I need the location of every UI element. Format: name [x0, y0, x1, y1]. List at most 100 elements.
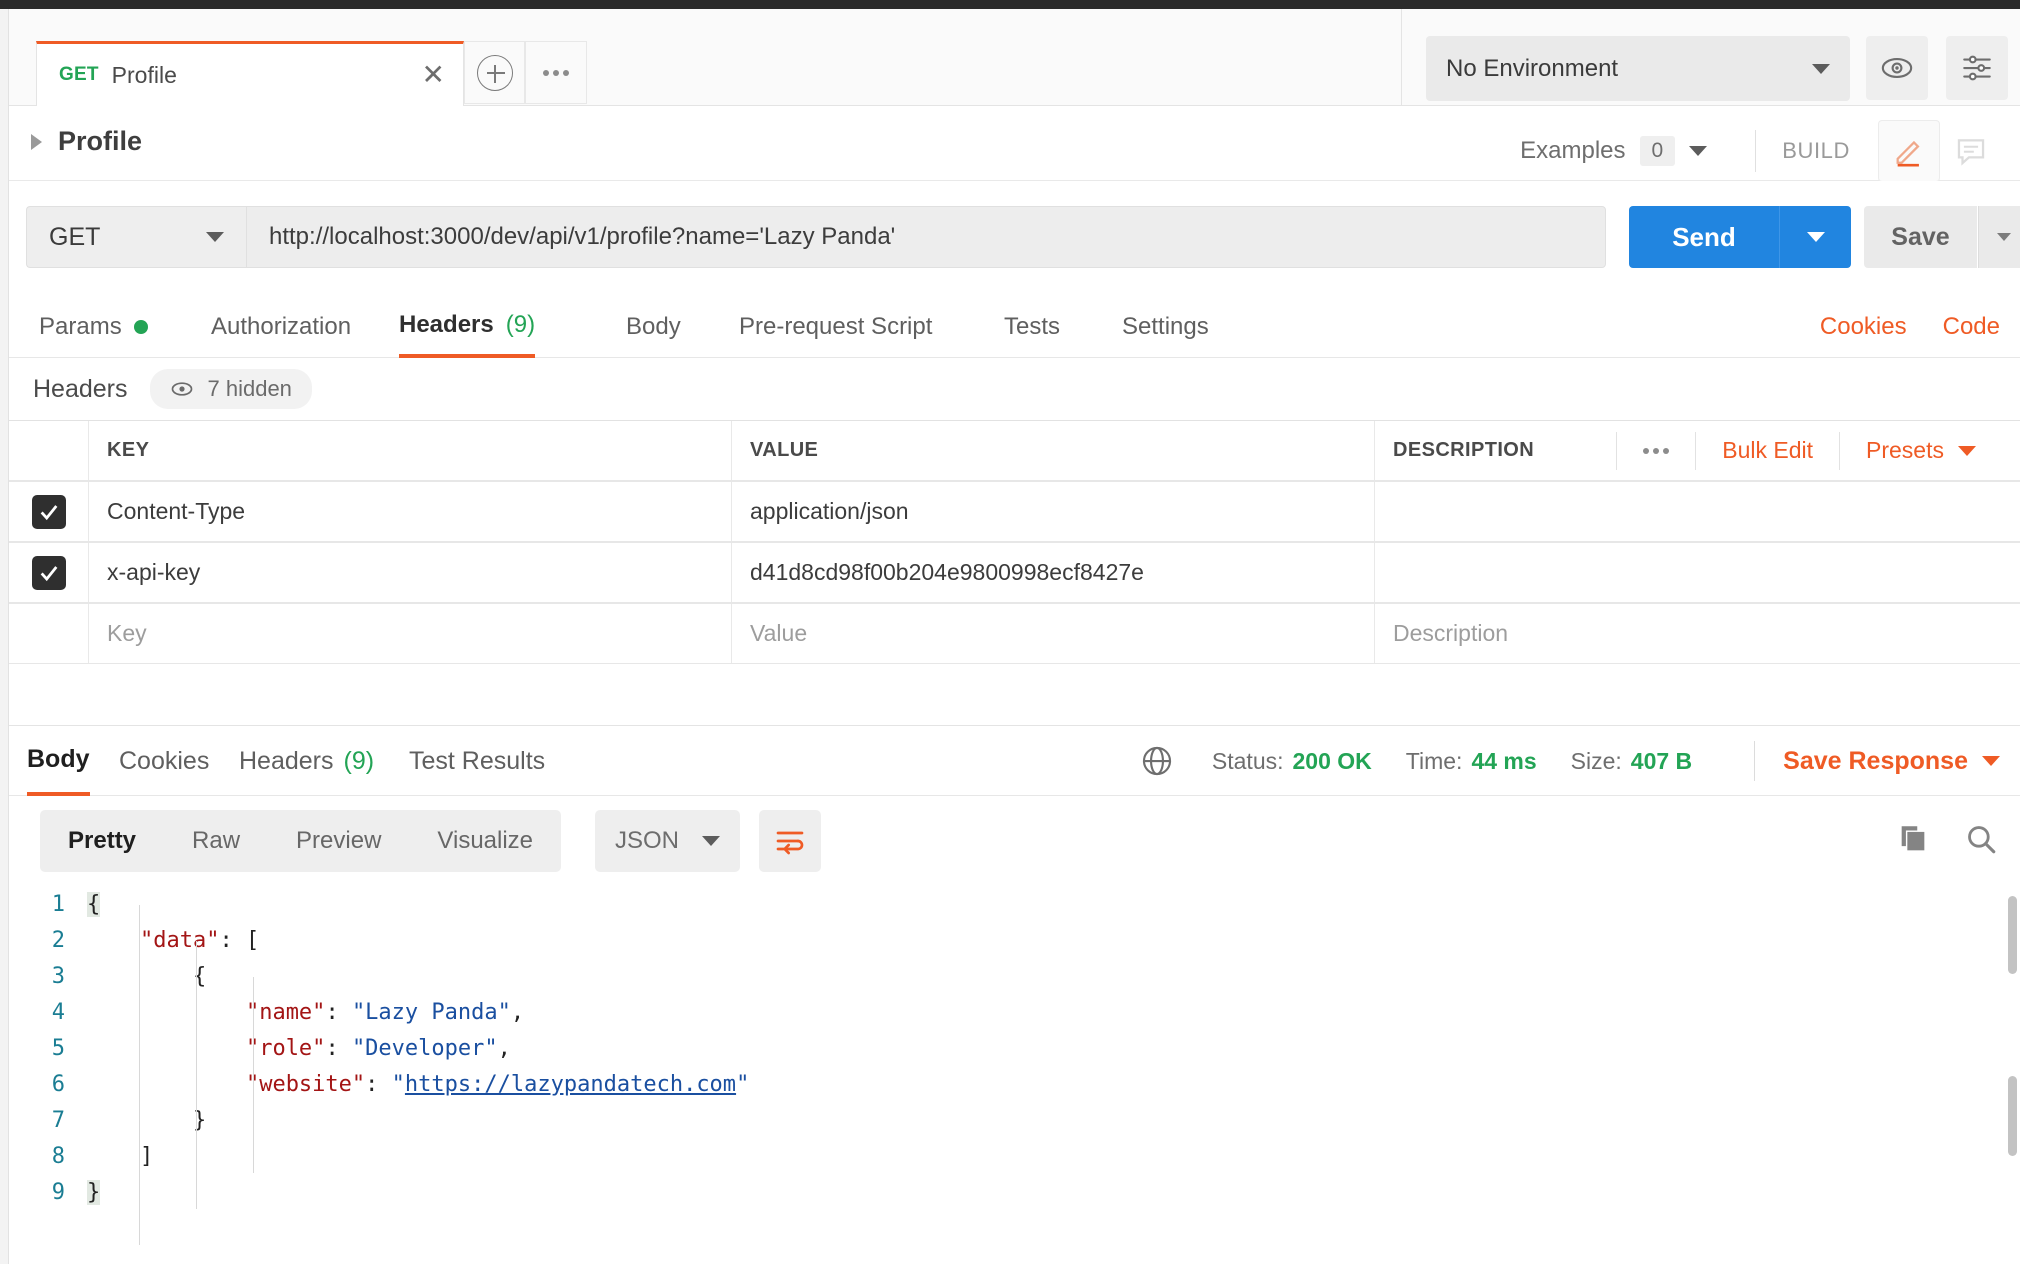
row-value[interactable]: d41d8cd98f00b204e9800998ecf8427e [732, 543, 1375, 602]
row-key[interactable]: x-api-key [89, 543, 732, 602]
body-view-preview[interactable]: Preview [268, 810, 409, 872]
response-body-code[interactable]: 1{2 "data": [3 {4 "name": "Lazy Panda", 5… [9, 886, 2020, 1264]
json-token: { [87, 891, 101, 917]
send-button[interactable]: Send [1629, 206, 1779, 268]
code-line: 1{ [9, 886, 2020, 922]
tab-headers[interactable]: Headers (9) [399, 296, 536, 358]
network-globe-button[interactable] [1140, 744, 1174, 778]
headers-table: KEY VALUE DESCRIPTION Bulk Edit Presets [9, 420, 2020, 664]
row-checkbox[interactable] [31, 494, 66, 529]
code-text: { [87, 891, 101, 917]
copy-button[interactable] [1896, 822, 1930, 861]
code-line: 8 ] [9, 1138, 2020, 1174]
row-key[interactable]: Content-Type [89, 482, 732, 541]
save-response-button[interactable]: Save Response [1783, 747, 2000, 776]
json-url-link[interactable]: https://lazypandatech.com [405, 1072, 736, 1097]
search-button[interactable] [1964, 822, 1998, 861]
edit-request-button[interactable] [1878, 120, 1940, 182]
headers-subheader: Headers 7 hidden [9, 358, 2020, 420]
page-title: Profile [58, 126, 143, 156]
code-scrollbar-track[interactable] [2007, 886, 2020, 1264]
breadcrumb[interactable]: Profile [31, 126, 142, 157]
code-scrollbar-thumb[interactable] [2008, 896, 2017, 974]
row-description[interactable] [1375, 482, 2020, 541]
hidden-headers-toggle[interactable]: 7 hidden [149, 369, 312, 409]
word-wrap-button[interactable] [759, 810, 821, 872]
code-link[interactable]: Code [1943, 313, 2000, 341]
new-row-checkbox-cell [9, 604, 89, 663]
tab-label: Body [626, 313, 681, 340]
tab-options-button[interactable] [525, 41, 587, 104]
code-text: "website": "https://lazypandatech.com" [87, 1072, 749, 1097]
new-tab-button[interactable] [464, 41, 525, 104]
environment-bar: No Environment [1401, 9, 2020, 106]
tab-pre-request-script[interactable]: Pre-request Script [739, 296, 932, 358]
request-tab-profile[interactable]: GET Profile ✕ [36, 41, 464, 106]
code-line: 9} [9, 1174, 2020, 1210]
code-scrollbar-thumb-secondary[interactable] [2008, 1076, 2017, 1156]
chevron-down-icon [206, 232, 224, 242]
json-token: , [497, 1035, 511, 1061]
size-value: 407 B [1630, 747, 1693, 774]
status-value: 200 OK [1292, 747, 1372, 774]
json-token: " [736, 1071, 750, 1097]
body-toolbar-right-actions [1896, 822, 1998, 861]
bulk-edit-button[interactable]: Bulk Edit [1696, 437, 1839, 464]
eye-icon [171, 382, 192, 396]
cookies-link[interactable]: Cookies [1820, 313, 1907, 341]
response-tab-headers[interactable]: Headers (9) [239, 726, 374, 796]
send-options-button[interactable] [1779, 206, 1851, 268]
row-checkbox[interactable] [31, 555, 66, 590]
row-value[interactable]: application/json [732, 482, 1375, 541]
code-line: 5 "role": "Developer", [9, 1030, 2020, 1066]
presets-label: Presets [1866, 437, 1944, 463]
response-body-toolbar: Pretty Raw Preview Visualize JSON [9, 796, 2020, 886]
environment-selector[interactable]: No Environment [1426, 36, 1850, 101]
modified-dot-icon [133, 320, 148, 334]
search-icon [1968, 826, 1996, 854]
body-format-selector[interactable]: JSON [595, 810, 740, 872]
code-text: } [87, 1108, 206, 1133]
window-top-strip [0, 0, 2020, 9]
code-text: ] [87, 1144, 153, 1169]
new-row-description-input[interactable]: Description [1375, 604, 2020, 663]
row-description[interactable] [1375, 543, 2020, 602]
comments-button[interactable] [1940, 120, 2002, 182]
json-token: "name" [245, 999, 326, 1025]
build-button[interactable]: BUILD [1782, 138, 1850, 164]
response-tab-cookies[interactable]: Cookies [119, 726, 209, 796]
tab-tests[interactable]: Tests [1004, 296, 1060, 358]
save-options-button[interactable] [1978, 206, 2020, 268]
url-input[interactable]: http://localhost:3000/dev/api/v1/profile… [246, 206, 1606, 268]
environment-quick-look-button[interactable] [1866, 36, 1928, 100]
body-view-switcher: Pretty Raw Preview Visualize [40, 810, 562, 872]
table-more-options-button[interactable] [1617, 447, 1695, 454]
response-tab-body[interactable]: Body [27, 726, 90, 796]
json-token: "data" [139, 927, 220, 953]
new-row-key-input[interactable]: Key [89, 604, 732, 663]
tab-body[interactable]: Body [626, 296, 681, 358]
body-view-pretty[interactable]: Pretty [40, 810, 164, 872]
tab-settings[interactable]: Settings [1122, 296, 1209, 358]
table-row: Content-Type application/json [9, 481, 2020, 542]
response-tab-test-results[interactable]: Test Results [409, 726, 545, 796]
code-line: 4 "name": "Lazy Panda", [9, 994, 2020, 1030]
new-row-value-input[interactable]: Value [732, 604, 1375, 663]
json-token: "role" [245, 1035, 326, 1061]
tab-authorization[interactable]: Authorization [211, 296, 351, 358]
chevron-down-icon [1982, 756, 2000, 766]
time-badge: Time: 44 ms [1406, 748, 1537, 775]
body-view-raw[interactable]: Raw [164, 810, 268, 872]
save-button[interactable]: Save [1864, 206, 1977, 268]
panel-divider [9, 664, 2020, 726]
presets-button[interactable]: Presets [1840, 437, 2002, 464]
examples-dropdown[interactable]: Examples 0 [1520, 136, 1708, 166]
chevron-right-icon[interactable] [31, 133, 42, 150]
http-method-selector[interactable]: GET [26, 206, 246, 268]
tab-params[interactable]: Params [39, 296, 148, 358]
close-icon[interactable]: ✕ [422, 61, 445, 89]
body-view-visualize[interactable]: Visualize [409, 810, 561, 872]
environment-settings-button[interactable] [1946, 36, 2008, 100]
body-format-label: JSON [615, 827, 680, 854]
